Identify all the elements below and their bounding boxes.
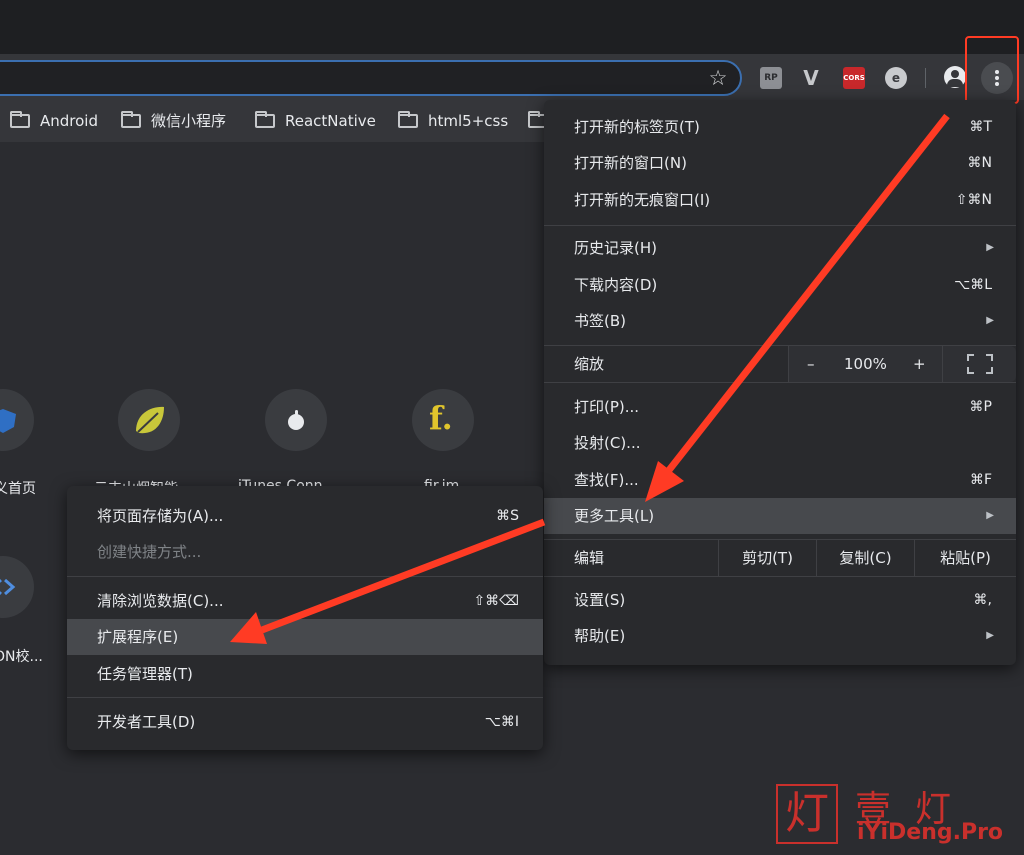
watermark-logo: 灯 — [776, 784, 838, 844]
arrowhead-icon — [230, 612, 267, 644]
arrow-to-more-tools — [663, 113, 950, 477]
arrow-to-extensions — [260, 518, 546, 634]
annotation-arrows — [230, 113, 950, 644]
watermark-domain: iYiDeng.Pro — [857, 820, 1004, 845]
arrowhead-icon — [645, 461, 684, 502]
browser-window: ☆ RP V CORS e Android 微信小程序 ReactNative … — [0, 0, 1024, 855]
